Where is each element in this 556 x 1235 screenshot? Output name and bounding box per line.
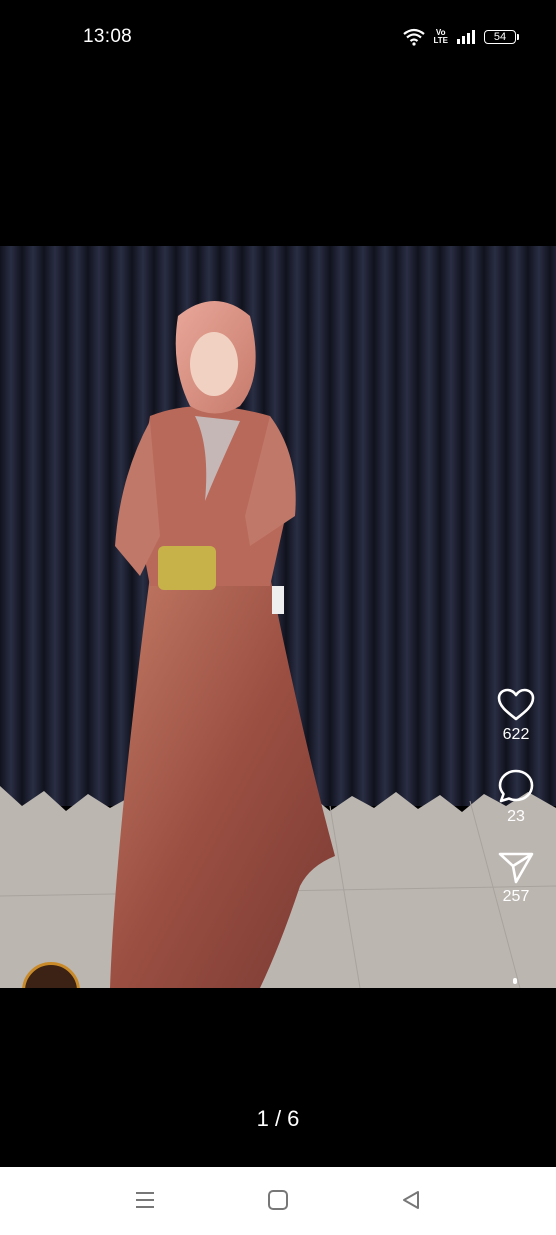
comment-count: 23	[507, 808, 525, 825]
navigation-bar	[0, 1167, 556, 1235]
menu-icon[interactable]	[134, 1189, 156, 1211]
post-photo[interactable]	[0, 246, 556, 988]
status-bar: 13:08 Vo LTE 54	[0, 0, 556, 72]
clock: 13:08	[83, 26, 133, 47]
status-icons: Vo LTE 54	[403, 26, 519, 48]
battery-level: 54	[493, 31, 507, 43]
post-image	[0, 246, 556, 988]
share-icon[interactable]	[497, 850, 535, 884]
page-indicator: 1 / 6	[256, 1106, 300, 1131]
heart-icon[interactable]	[497, 688, 535, 722]
back-icon[interactable]	[400, 1189, 422, 1211]
like-action[interactable]: 622	[497, 688, 535, 744]
wifi-icon	[403, 28, 426, 46]
clutch	[158, 546, 216, 590]
signal-icon	[457, 30, 475, 44]
comment-action[interactable]: 23	[497, 768, 535, 826]
action-column: 622 23 257	[476, 688, 556, 930]
like-count: 622	[502, 726, 530, 743]
viewer-backdrop	[0, 988, 556, 1167]
battery-icon: 54	[484, 30, 519, 44]
share-count: 257	[502, 888, 530, 905]
more-icon[interactable]	[513, 978, 517, 984]
home-icon[interactable]	[267, 1189, 289, 1211]
share-action[interactable]: 257	[497, 850, 535, 906]
volte-icon: Vo LTE	[433, 28, 448, 45]
face	[190, 332, 238, 396]
comment-icon[interactable]	[497, 768, 535, 804]
